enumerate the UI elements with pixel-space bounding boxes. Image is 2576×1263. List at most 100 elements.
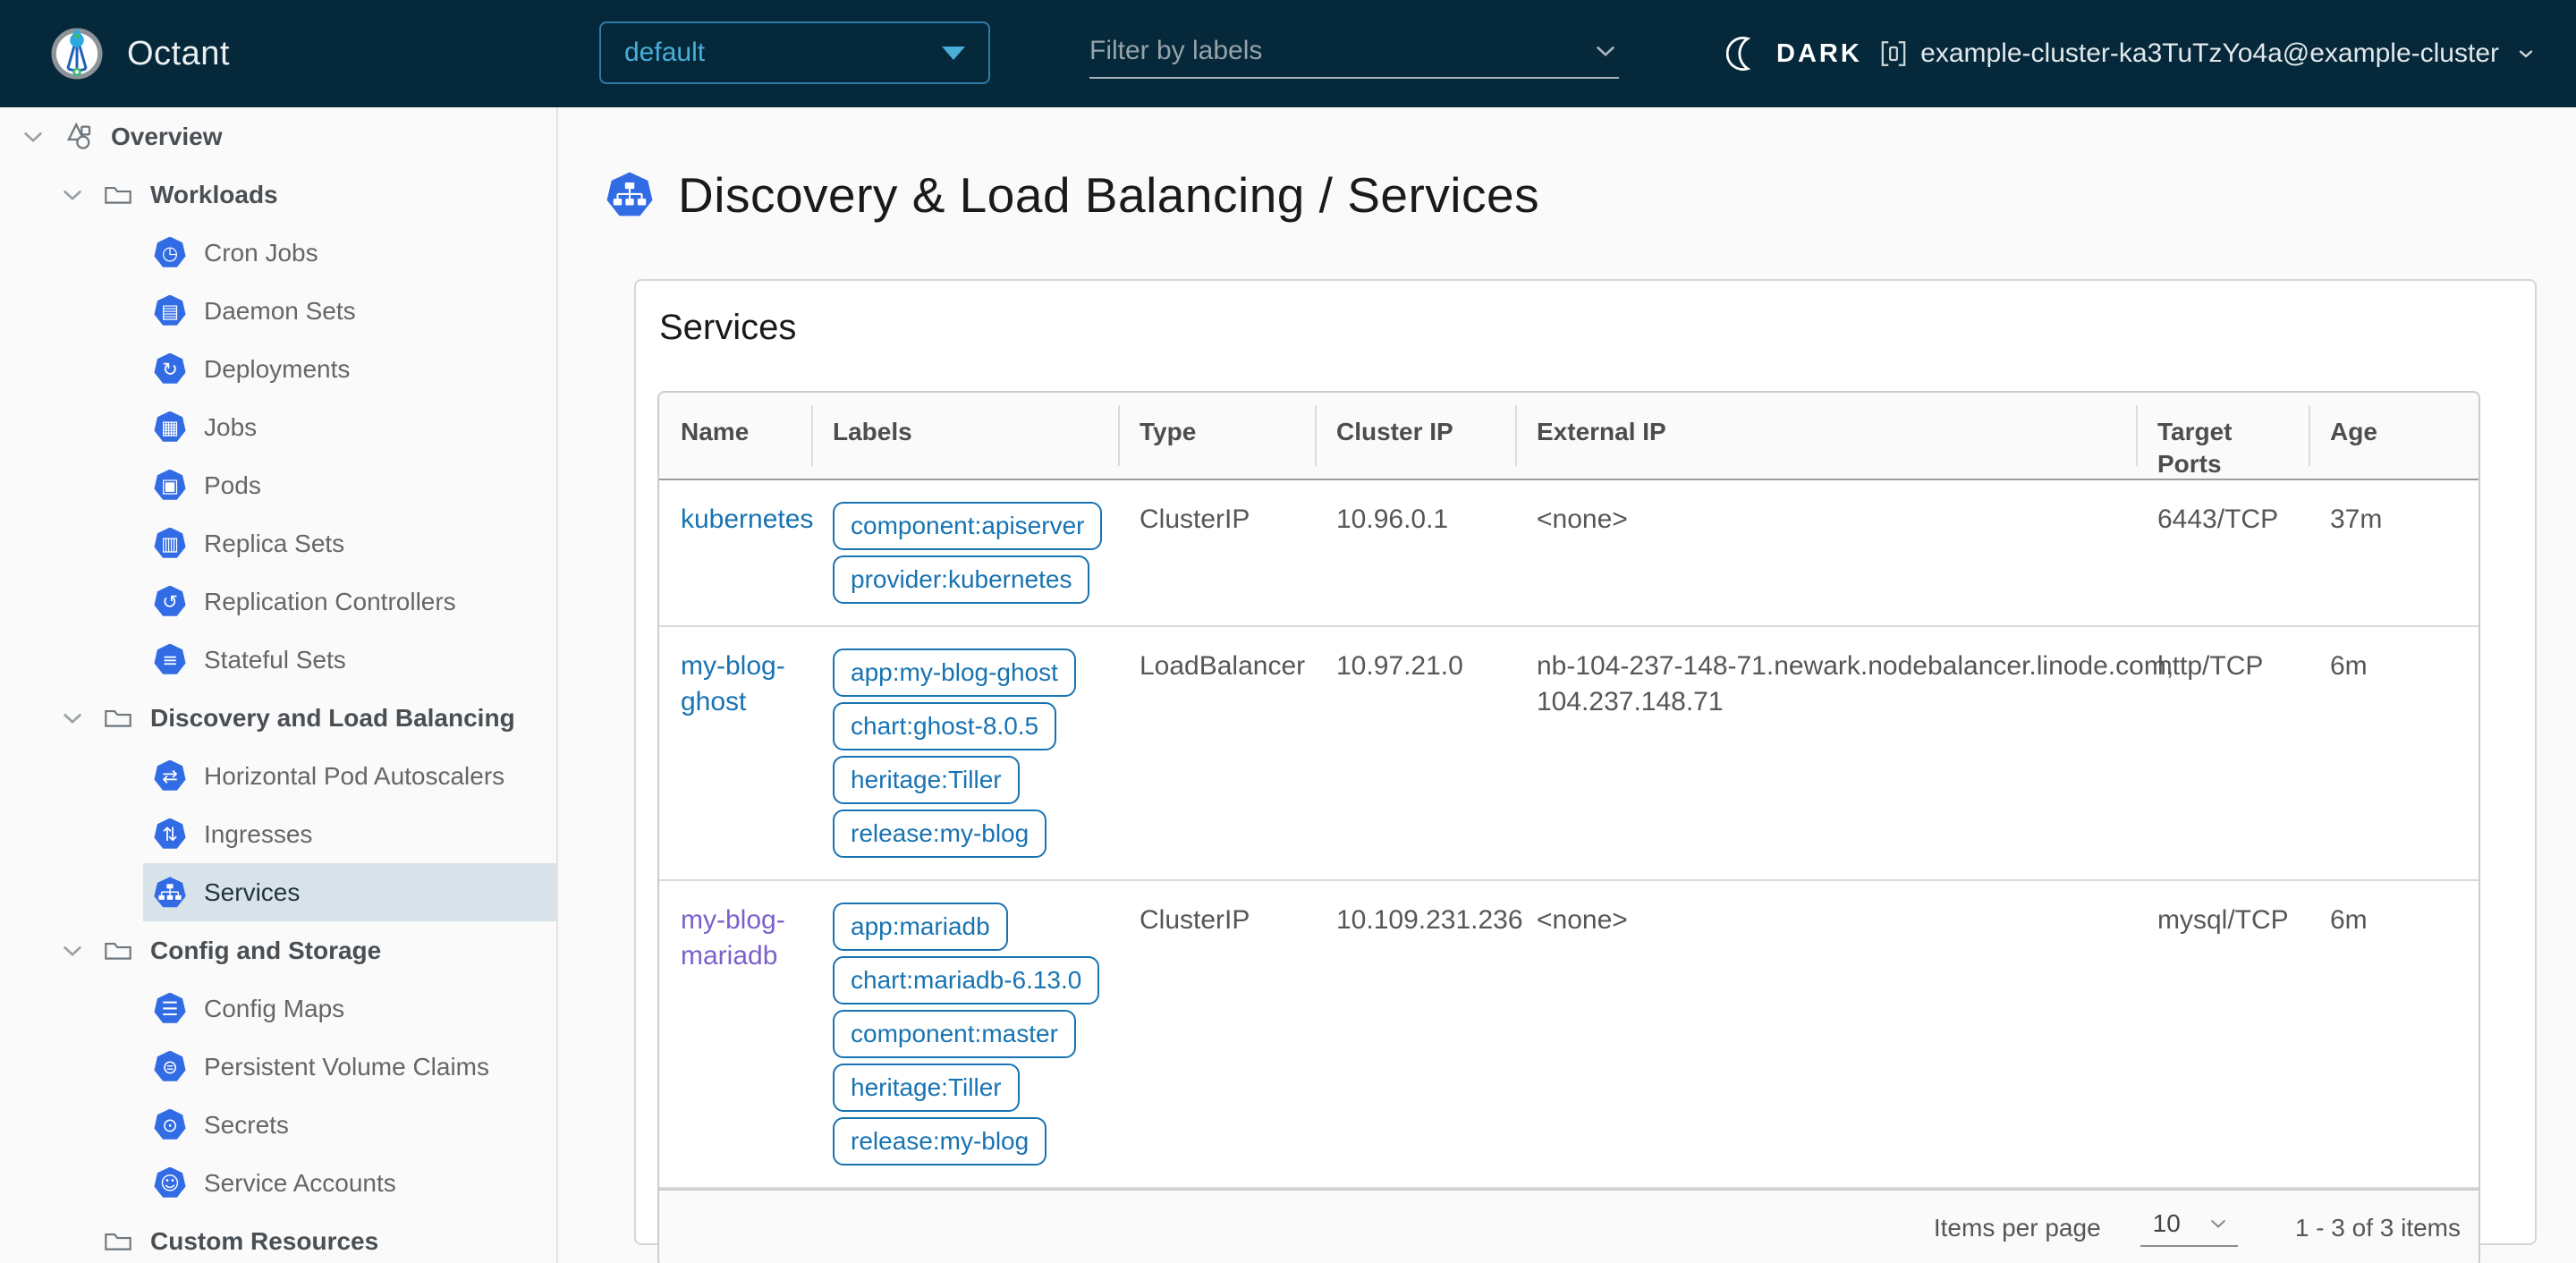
sidebar-item-custom-resources[interactable]: Custom Resources xyxy=(0,1212,556,1263)
app-header: Octant default Filter by labels DARK exa… xyxy=(0,0,2576,107)
theme-toggle-label: DARK xyxy=(1776,38,1862,68)
sidebar-item-workloads[interactable]: Workloads xyxy=(0,165,556,224)
sidebar-item-replication-controllers[interactable]: ↺ Replication Controllers xyxy=(0,572,556,631)
label-filter-input[interactable]: Filter by labels xyxy=(1089,25,1619,79)
sidebar-item-daemon-sets[interactable]: ▤ Daemon Sets xyxy=(0,282,556,340)
cell-name: my-blog-mariadb xyxy=(659,881,811,1187)
sidebar-item-label: Daemon Sets xyxy=(204,296,356,325)
page-title-row: Discovery & Load Balancing / Services xyxy=(606,166,1539,224)
table-row-my-blog-mariadb: my-blog-mariadb app:mariadb chart:mariadb-… xyxy=(659,881,2479,1189)
sidebar-item-horizontal-pod-autoscalers[interactable]: ⇄ Horizontal Pod Autoscalers xyxy=(0,747,556,805)
context-value: example-cluster-ka3TuTzYo4a@example-clus… xyxy=(1920,38,2499,68)
cell-target-ports: mysql/TCP xyxy=(2157,905,2289,935)
namespace-dropdown[interactable]: default xyxy=(599,21,990,84)
sidebar-item-services[interactable]: Services xyxy=(0,863,556,921)
octant-app: Octant default Filter by labels DARK exa… xyxy=(0,0,2576,1263)
label-filter-placeholder: Filter by labels xyxy=(1089,36,1263,65)
sidebar-item-discovery-and-load-balancing[interactable]: Discovery and Load Balancing xyxy=(0,689,556,747)
octant-logo xyxy=(50,27,104,81)
label-chips: component:apiserver provider:kubernetes xyxy=(833,502,1103,604)
deployments-icon: ↻ xyxy=(154,352,186,384)
chevron-down-icon xyxy=(1597,47,1614,57)
sidebar-item-label: Custom Resources xyxy=(150,1226,379,1255)
cell-external-ip: <none> xyxy=(1515,480,2136,625)
card-title: Services xyxy=(659,308,797,347)
cell-external-ip: <none> xyxy=(1515,881,2136,1187)
cell-name: kubernetes xyxy=(659,480,813,625)
chevron-down-icon xyxy=(59,937,86,964)
cell-external-ip: nb-104-237-148-71.newark.nodebalancer.li… xyxy=(1515,627,2174,879)
cell-type: ClusterIP xyxy=(1140,905,1250,935)
items-per-page-select[interactable]: 10 xyxy=(2140,1209,2238,1247)
service-link-my-blog-ghost[interactable]: my-blog-ghost xyxy=(681,651,785,716)
sidebar-item-secrets[interactable]: ⊙ Secrets xyxy=(0,1096,556,1154)
chevron-down-icon xyxy=(59,182,86,208)
label-chip: chart:ghost-8.0.5 xyxy=(833,702,1057,750)
sidebar-item-label: Discovery and Load Balancing xyxy=(150,703,515,732)
external-ip-line: 104.237.148.71 xyxy=(1537,687,1724,716)
serviceaccounts-icon: ☺ xyxy=(154,1166,186,1198)
column-header-labels: Labels xyxy=(811,393,1118,479)
service-link-kubernetes[interactable]: kubernetes xyxy=(681,504,813,534)
cluster-icon xyxy=(1881,41,1906,66)
label-chip: heritage:Tiller xyxy=(833,756,1020,804)
sidebar-item-label: Pods xyxy=(204,470,261,499)
label-chips: app:mariadb chart:mariadb-6.13.0 component… xyxy=(833,903,1100,1166)
context-selector[interactable]: example-cluster-ka3TuTzYo4a@example-clus… xyxy=(1879,0,2537,107)
sidebar-item-service-accounts[interactable]: ☺ Service Accounts xyxy=(0,1154,556,1212)
main-content: Discovery & Load Balancing / Services Se… xyxy=(560,107,2576,1263)
app-title: Octant xyxy=(127,34,230,72)
sidebar-item-persistent-volume-claims[interactable]: ⊜ Persistent Volume Claims xyxy=(0,1038,556,1096)
items-per-page-value: 10 xyxy=(2152,1209,2181,1237)
column-header-target-ports: Target Ports xyxy=(2136,393,2309,479)
cell-target-ports: http/TCP xyxy=(2157,651,2264,681)
column-header-cluster-ip: Cluster IP xyxy=(1315,393,1515,479)
sidebar-item-label: Services xyxy=(204,877,301,906)
sidebar-item-label: Config Maps xyxy=(204,994,345,1022)
column-header-type: Type xyxy=(1118,393,1315,479)
sidebar-item-deployments[interactable]: ↻ Deployments xyxy=(0,340,556,398)
external-ip-line: <none> xyxy=(1537,905,1628,935)
column-header-external-ip: External IP xyxy=(1515,393,2136,479)
sidebar-item-label: Replica Sets xyxy=(204,529,345,557)
cell-cluster-ip: 10.109.231.236 xyxy=(1336,905,1523,935)
label-chip: release:my-blog xyxy=(833,810,1047,858)
service-link-my-blog-mariadb[interactable]: my-blog-mariadb xyxy=(681,905,785,971)
table-row-kubernetes: kubernetes component:apiserver provider:ku… xyxy=(659,480,2479,627)
sidebar-item-cron-jobs[interactable]: ◷ Cron Jobs xyxy=(0,224,556,282)
sidebar-item-ingresses[interactable]: ⇅ Ingresses xyxy=(0,805,556,863)
ingresses-icon: ⇅ xyxy=(154,818,186,849)
column-header-age: Age xyxy=(2309,393,2479,479)
column-header-name: Name xyxy=(681,418,750,445)
sidebar-item-stateful-sets[interactable]: ≡ Stateful Sets xyxy=(0,631,556,689)
cell-target-ports: 6443/TCP xyxy=(2157,504,2279,534)
sidebar-item-replica-sets[interactable]: ▥ Replica Sets xyxy=(0,514,556,572)
sidebar-item-label: Secrets xyxy=(204,1110,289,1139)
daemonsets-icon: ▤ xyxy=(154,294,186,326)
sidebar-item-jobs[interactable]: ▦ Jobs xyxy=(0,398,556,456)
sidebar-item-label: Workloads xyxy=(150,180,278,208)
label-chip: app:my-blog-ghost xyxy=(833,648,1076,697)
sidebar-item-overview[interactable]: Overview xyxy=(0,107,556,165)
cell-type: LoadBalancer xyxy=(1140,651,1306,681)
sidebar-item-config-and-storage[interactable]: Config and Storage xyxy=(0,921,556,979)
sidebar-item-config-maps[interactable]: ☰ Config Maps xyxy=(0,979,556,1038)
cell-name: my-blog-ghost xyxy=(659,627,811,879)
replicasets-icon: ▥ xyxy=(154,527,186,558)
sidebar-item-label: Overview xyxy=(111,122,223,150)
sidebar-item-label: Replication Controllers xyxy=(204,587,456,615)
applications-icon xyxy=(63,120,97,154)
pvc-icon: ⊜ xyxy=(154,1050,186,1081)
secrets-icon: ⊙ xyxy=(154,1108,186,1140)
sidebar-item-pods[interactable]: ▣ Pods xyxy=(0,456,556,514)
namespace-value: default xyxy=(624,38,706,67)
hpa-icon: ⇄ xyxy=(154,759,186,791)
sidebar-item-label: Horizontal Pod Autoscalers xyxy=(204,761,505,790)
cell-labels: app:my-blog-ghost chart:ghost-8.0.5 herita… xyxy=(811,627,1118,879)
sidebar-item-label: Stateful Sets xyxy=(204,645,346,674)
theme-toggle[interactable]: DARK xyxy=(1726,0,1862,107)
cell-age: 6m xyxy=(2330,905,2368,935)
external-ip-line: <none> xyxy=(1537,504,1628,534)
sidebar-item-label: Cron Jobs xyxy=(204,238,318,267)
caret-down-icon xyxy=(942,46,965,60)
